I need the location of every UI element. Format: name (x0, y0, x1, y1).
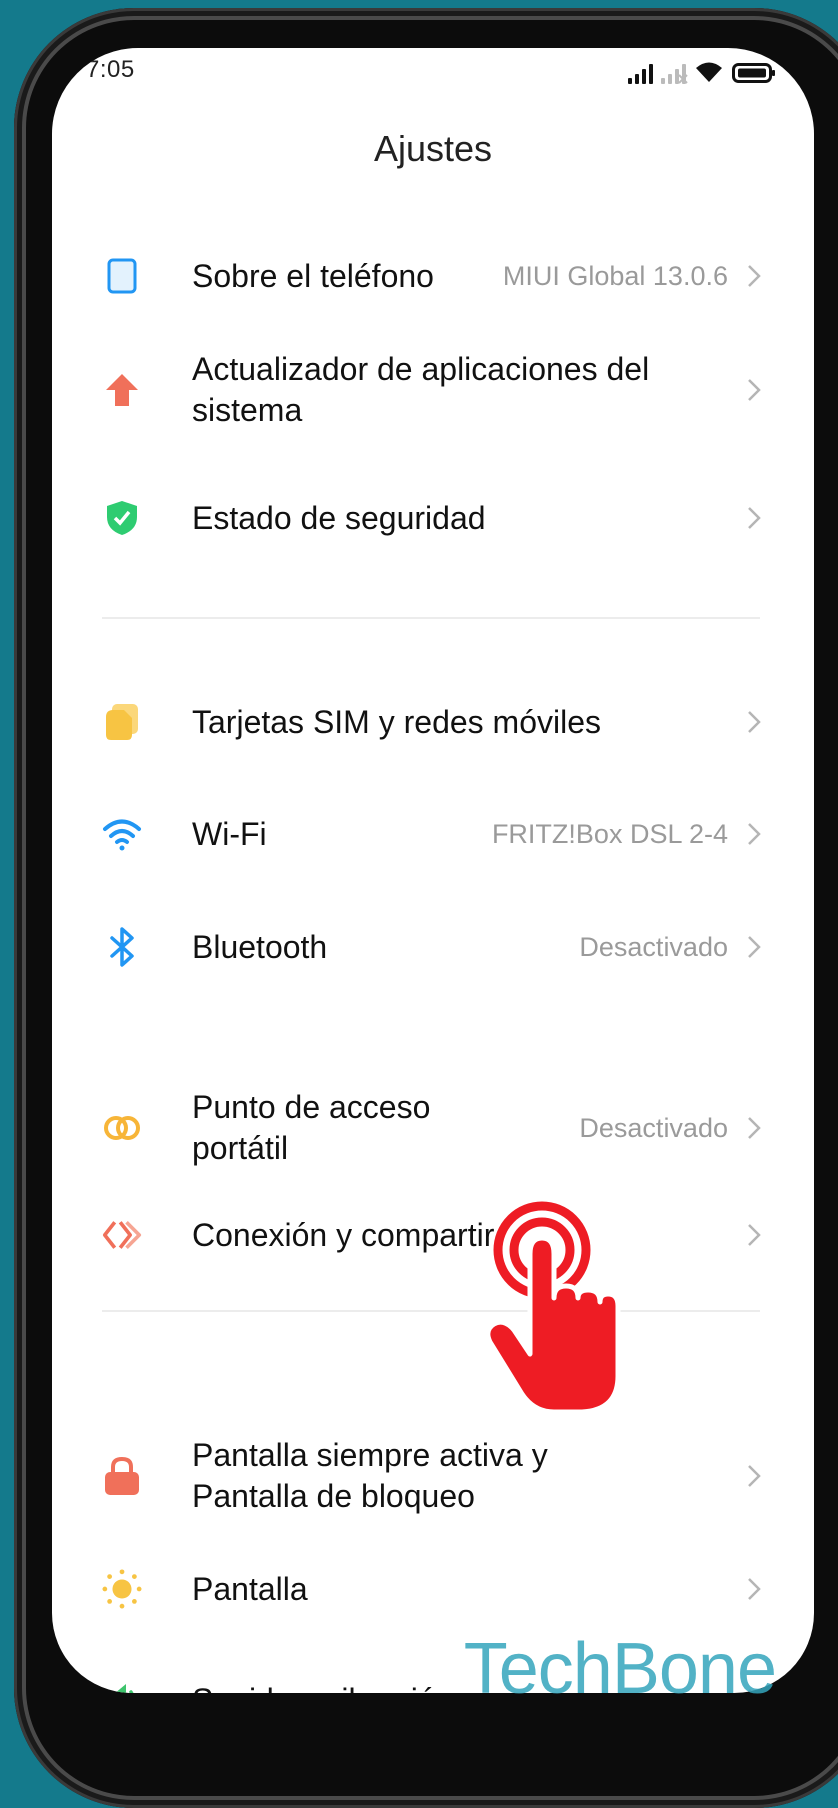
setting-row-system-apps-updater[interactable]: Actualizador de aplicaciones del sistema (52, 348, 814, 432)
status-time: 7:05 (86, 56, 135, 83)
setting-row-security-status[interactable]: Estado de seguridad (52, 496, 814, 540)
arrow-up-icon (102, 370, 142, 410)
hand-pointer-icon (485, 1201, 621, 1415)
chevron-right-icon (748, 1117, 761, 1139)
chevron-right-icon (748, 1465, 761, 1487)
lock-icon (102, 1456, 142, 1496)
wifi-icon (102, 814, 142, 854)
setting-value: FRITZ!Box DSL 2-4 (491, 818, 728, 849)
connection-sharing-icon (102, 1215, 142, 1255)
setting-row-wifi[interactable]: Wi-Fi FRITZ!Box DSL 2-4 (52, 812, 814, 856)
section-divider (102, 617, 760, 619)
setting-value: MIUI Global 13.0.6 (502, 260, 728, 291)
setting-label: Tarjetas SIM y redes móviles (192, 703, 602, 740)
chevron-right-icon (748, 1578, 761, 1600)
chevron-right-icon (748, 379, 761, 401)
settings-screen: 7:05 Ajustes Sobre el teléfono MIUI Glob… (52, 48, 814, 1693)
setting-row-about-phone[interactable]: Sobre el teléfono MIUI Global 13.0.6 (52, 254, 814, 298)
setting-row-sim-cards[interactable]: Tarjetas SIM y redes móviles (52, 700, 814, 744)
setting-row-bluetooth[interactable]: Bluetooth Desactivado (52, 925, 814, 969)
signal-weak-icon (661, 64, 688, 84)
shield-icon (102, 498, 142, 538)
setting-label: Estado de seguridad (192, 499, 486, 536)
battery-icon (732, 63, 775, 83)
page-title: Ajustes (373, 128, 493, 169)
speaker-icon (102, 1680, 142, 1693)
setting-label: Pantalla (192, 1570, 308, 1607)
watermark-logo: TechBone (463, 1629, 777, 1709)
setting-label: Sobre el teléfono (192, 257, 434, 294)
chevron-right-icon (748, 507, 761, 529)
bluetooth-icon (102, 927, 142, 967)
setting-label: Wi-Fi (192, 815, 267, 852)
chevron-right-icon (748, 711, 761, 733)
chevron-right-icon (748, 936, 761, 958)
status-bar: 7:05 (52, 48, 814, 98)
sim-card-icon (102, 702, 142, 742)
chevron-right-icon (748, 823, 761, 845)
sun-icon (102, 1569, 142, 1609)
setting-row-display[interactable]: Pantalla (52, 1567, 814, 1611)
setting-label: Actualizador de aplicaciones del sistema (192, 351, 650, 428)
setting-row-connection-sharing[interactable]: Conexión y compartir (52, 1213, 814, 1257)
setting-label: Conexión y compartir (192, 1216, 495, 1253)
setting-label: Sonido y vibración (192, 1680, 453, 1694)
status-icons (628, 58, 776, 84)
wifi-icon (696, 62, 722, 82)
setting-label: Pantalla siempre activa y Pantalla de bl… (192, 1437, 548, 1514)
phone-icon (102, 256, 142, 296)
section-divider (102, 1310, 760, 1312)
chevron-right-icon (748, 265, 761, 287)
setting-label: Punto de acceso portátil (192, 1089, 431, 1166)
signal-icon (628, 64, 653, 84)
hotspot-icon (102, 1108, 142, 1148)
setting-value: Desactivado (579, 1112, 728, 1143)
setting-row-hotspot[interactable]: Punto de acceso portátil Desactivado (52, 1086, 814, 1170)
chevron-right-icon (748, 1224, 761, 1246)
setting-row-lock-screen[interactable]: Pantalla siempre activa y Pantalla de bl… (52, 1434, 814, 1518)
setting-value: Desactivado (579, 931, 728, 962)
setting-label: Bluetooth (192, 928, 328, 965)
